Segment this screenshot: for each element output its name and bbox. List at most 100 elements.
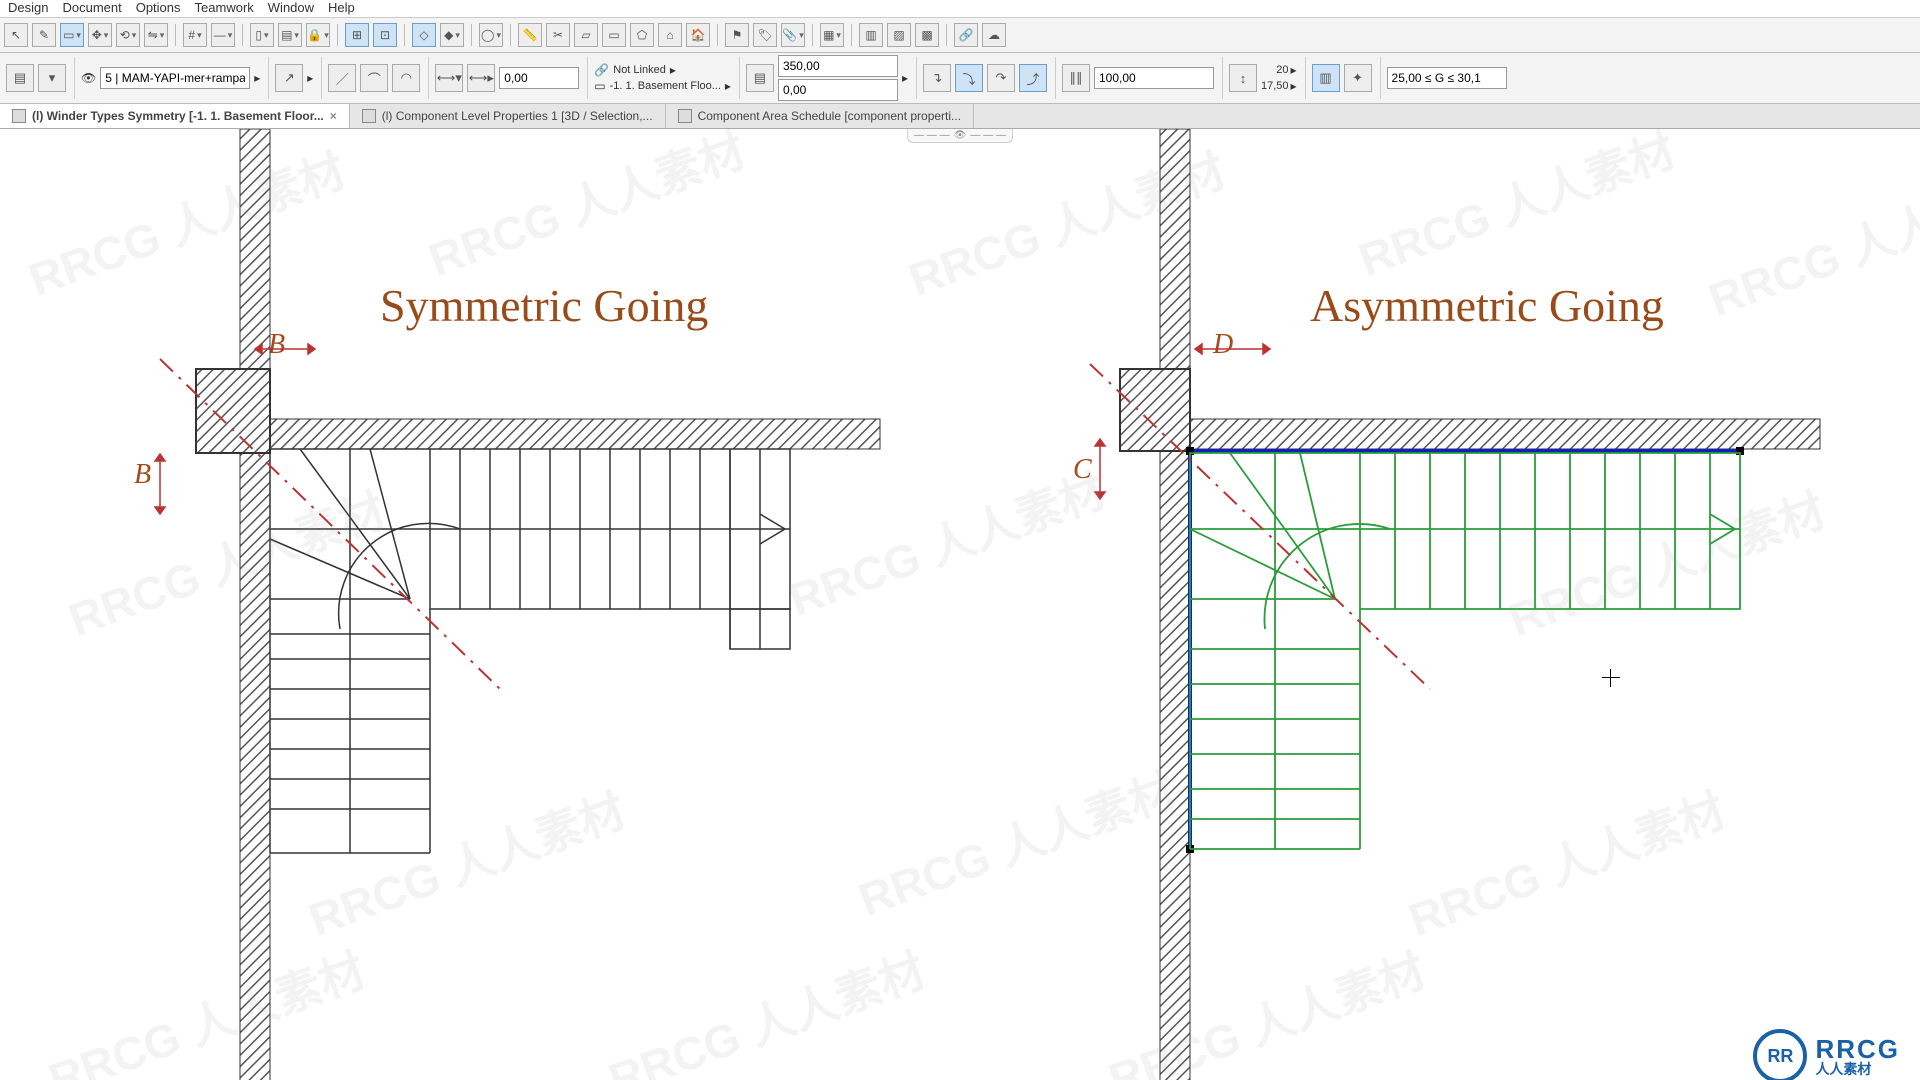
ruler-icon[interactable]: ―: [211, 23, 235, 47]
tool-settings-group: ▤ ▾: [6, 57, 75, 99]
page-icon[interactable]: ▯: [250, 23, 274, 47]
disp-1-icon[interactable]: ▥: [1312, 64, 1340, 92]
size-icon: ▤: [746, 64, 774, 92]
menu-document[interactable]: Document: [62, 0, 121, 15]
geom-arrow-icon[interactable]: ▸: [307, 71, 313, 85]
separator: [812, 24, 813, 46]
tab-schedule[interactable]: Component Area Schedule [component prope…: [666, 104, 975, 128]
menu-teamwork[interactable]: Teamwork: [195, 0, 254, 15]
separator: [717, 24, 718, 46]
width-input[interactable]: [778, 55, 898, 77]
menu-window[interactable]: Window: [268, 0, 314, 15]
link-icon[interactable]: 🔗: [954, 23, 978, 47]
stair-settings-button[interactable]: ▾: [38, 64, 66, 92]
menu-bar: Design Document Options Teamwork Window …: [0, 0, 1920, 18]
separator: [471, 24, 472, 46]
tag-icon[interactable]: 🏷: [753, 23, 777, 47]
arrow-icon[interactable]: ↖: [4, 23, 28, 47]
scissors-icon[interactable]: ✂: [546, 23, 570, 47]
flag-icon[interactable]: ⚑: [725, 23, 749, 47]
count-top-label: 20: [1276, 64, 1288, 76]
house-icon[interactable]: 🏠: [686, 23, 710, 47]
poly-icon[interactable]: ⬠: [630, 23, 654, 47]
brand-logo-text2: 人人素材: [1815, 1062, 1900, 1076]
brand-logo-icon: RR: [1753, 1029, 1807, 1080]
dimension-group: ⟷▾ ⟷▸: [435, 57, 588, 99]
roof-icon[interactable]: ⌂: [658, 23, 682, 47]
tread-group: ∥∥: [1062, 57, 1223, 99]
tab-3d[interactable]: (l) Component Level Properties 1 [3D / S…: [350, 104, 666, 128]
snap1-icon[interactable]: ⊞: [345, 23, 369, 47]
schedule-icon: [678, 109, 692, 123]
menu-help[interactable]: Help: [328, 0, 355, 15]
size-arrow-icon[interactable]: ▸: [902, 71, 908, 85]
nav-arrow-icon[interactable]: ▸: [254, 71, 260, 85]
story-dropdown-icon[interactable]: ▸: [725, 79, 731, 93]
turn-3-icon[interactable]: ↷: [987, 64, 1015, 92]
turn-1-icon[interactable]: ↴: [923, 64, 951, 92]
tab-schedule-label: Component Area Schedule [component prope…: [698, 109, 962, 123]
turn-2-icon[interactable]: ⤵: [955, 64, 983, 92]
link-dropdown-icon[interactable]: ▸: [670, 63, 676, 77]
separator: [175, 24, 176, 46]
pub2-icon[interactable]: ▨: [887, 23, 911, 47]
cube-icon: [362, 109, 376, 123]
dim-mode-icon[interactable]: ⟷▾: [435, 64, 463, 92]
seg-1-icon[interactable]: ／: [328, 64, 356, 92]
mirror-icon[interactable]: ⇋: [144, 23, 168, 47]
layer-icon[interactable]: ▤: [278, 23, 302, 47]
count-icon: ↕: [1229, 64, 1257, 92]
dim-value-input[interactable]: [499, 67, 579, 89]
rect-icon[interactable]: ▭: [602, 23, 626, 47]
count-bot-arrow-icon[interactable]: ▸: [1291, 79, 1297, 93]
measure-icon[interactable]: 📏: [518, 23, 542, 47]
dim-offset-icon[interactable]: ⟷▸: [467, 64, 495, 92]
main-toolbar: ↖✎▭✥⟲⇋#―▯▤🔒⊞⊡◇◆◯📏✂▱▭⬠⌂🏠⚑🏷📎▦▥▨▩🔗☁: [0, 18, 1920, 53]
snap3-icon[interactable]: ◇: [412, 23, 436, 47]
menu-design[interactable]: Design: [8, 0, 48, 15]
stair-tool-icon[interactable]: ▤: [6, 64, 34, 92]
turn-4-icon[interactable]: ⤴: [1019, 64, 1047, 92]
disp-2-icon[interactable]: ✦: [1344, 64, 1372, 92]
pub1-icon[interactable]: ▥: [859, 23, 883, 47]
eye-icon: 👁: [81, 71, 96, 85]
grid-icon[interactable]: #: [183, 23, 207, 47]
cloud-icon[interactable]: ☁: [982, 23, 1006, 47]
snap2-icon[interactable]: ⊡: [373, 23, 397, 47]
lock-icon[interactable]: 🔒: [306, 23, 330, 47]
separator: [337, 24, 338, 46]
view-nav-group: 👁 ▸: [81, 57, 269, 99]
options-bar: ▤ ▾ 👁 ▸ ↗ ▸ ／ ⌒ ◠ ⟷▾ ⟷▸ 🔗 Not Linked ▸ ▭…: [0, 53, 1920, 104]
turn-type-group: ↴ ⤵ ↷ ⤴: [923, 57, 1056, 99]
tab-floorplan[interactable]: (l) Winder Types Symmetry [-1. 1. Baseme…: [0, 104, 350, 128]
snap4-icon[interactable]: ◆: [440, 23, 464, 47]
geom-method-icon[interactable]: ↗: [275, 64, 303, 92]
count-group: ↕ 20 ▸ 17,50 ▸: [1229, 57, 1306, 99]
pub3-icon[interactable]: ▩: [915, 23, 939, 47]
seg-2-icon[interactable]: ⌒: [360, 64, 388, 92]
marquee-icon[interactable]: ▭: [60, 23, 84, 47]
tab-3d-label: (l) Component Level Properties 1 [3D / S…: [382, 109, 653, 123]
home-story-label: -1. 1. Basement Floo...: [610, 80, 721, 92]
pencil-icon[interactable]: ✎: [32, 23, 56, 47]
menu-options[interactable]: Options: [136, 0, 181, 15]
count-top-arrow-icon[interactable]: ▸: [1291, 63, 1297, 77]
circle-icon[interactable]: ◯: [479, 23, 503, 47]
separator: [404, 24, 405, 46]
story-icon: ▭: [594, 79, 605, 93]
asymmetric-group: [1090, 129, 1820, 1080]
separator: [242, 24, 243, 46]
view-nav-combo[interactable]: [100, 67, 250, 89]
height-input[interactable]: [778, 79, 898, 101]
seg-3-icon[interactable]: ◠: [392, 64, 420, 92]
riser-input[interactable]: [1094, 67, 1214, 89]
table-icon[interactable]: ▦: [820, 23, 844, 47]
rule-input[interactable]: [1387, 67, 1507, 89]
move-icon[interactable]: ✥: [88, 23, 112, 47]
drawing-canvas[interactable]: ― ― ― 👁 ― ― ― Symmetric Going Asymmetric…: [0, 129, 1920, 1080]
clip-icon[interactable]: 📎: [781, 23, 805, 47]
floorplan-icon: [12, 109, 26, 123]
rotate-icon[interactable]: ⟲: [116, 23, 140, 47]
close-icon[interactable]: ×: [330, 109, 337, 123]
wall-icon[interactable]: ▱: [574, 23, 598, 47]
